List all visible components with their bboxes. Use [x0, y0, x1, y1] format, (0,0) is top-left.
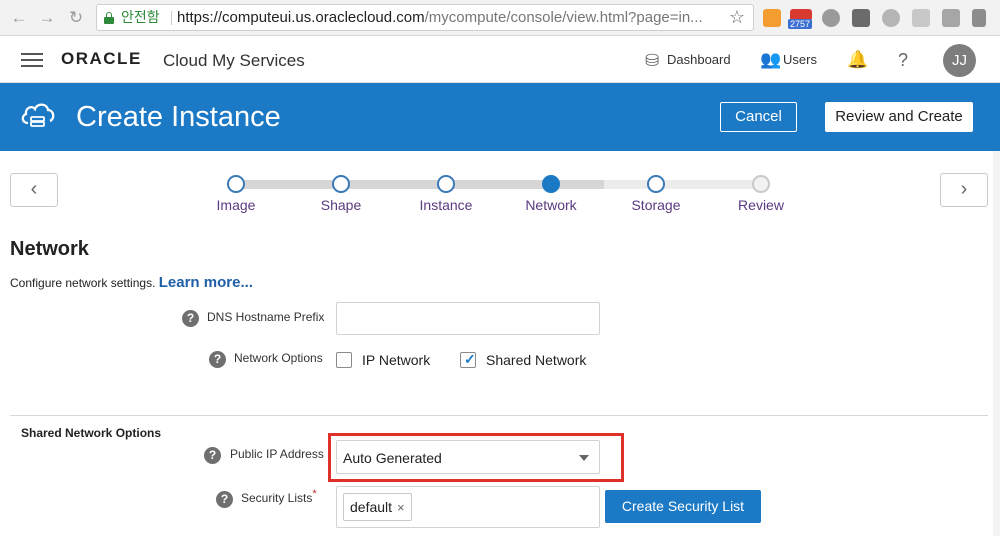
- shared-network-checkbox[interactable]: ✓: [460, 351, 476, 368]
- ip-network-checkbox[interactable]: [336, 352, 352, 368]
- forward-arrow-icon[interactable]: →: [36, 7, 58, 29]
- learn-more-link[interactable]: Learn more...: [159, 274, 253, 291]
- url-path: /mycompute/console/view.html?page=in...: [424, 9, 703, 26]
- help-icon[interactable]: ?: [209, 351, 226, 368]
- required-marker: *: [312, 488, 317, 500]
- section-divider: [10, 415, 988, 416]
- gear-extension-icon[interactable]: [822, 9, 840, 27]
- review-and-create-button[interactable]: Review and Create: [825, 102, 973, 132]
- window-extension-icon[interactable]: [912, 9, 930, 27]
- chevron-left-icon[interactable]: ‹: [10, 173, 58, 207]
- step-marker: [542, 175, 560, 193]
- scrollbar[interactable]: [993, 151, 1000, 536]
- reload-icon[interactable]: ↻: [65, 7, 87, 29]
- cloud-compute-icon: [21, 103, 55, 127]
- description-text: Configure network settings.: [10, 276, 156, 290]
- dashboard-icon: ⛁: [645, 51, 660, 70]
- help-link[interactable]: ?: [898, 50, 908, 71]
- extension-badge: 2757: [788, 19, 813, 29]
- network-options-label: Network Options: [234, 351, 323, 365]
- screenshot-extension-icon[interactable]: [972, 9, 986, 27]
- url-host: https://computeui.us.oraclecloud.com: [177, 9, 425, 26]
- step-marker: [332, 175, 350, 193]
- train-track-remaining: [604, 180, 761, 189]
- step-marker: [437, 175, 455, 193]
- section-description: Configure network settings. Learn more..…: [10, 274, 253, 291]
- step-marker: [227, 175, 245, 193]
- app-header: ORACLE Cloud My Services ⛁ Dashboard 👥 U…: [0, 36, 1000, 83]
- shared-network-label[interactable]: Shared Network: [486, 352, 586, 368]
- security-list-tag: default ×: [343, 493, 412, 521]
- highlight-box: [328, 433, 624, 482]
- public-ip-label: Public IP Address: [230, 447, 324, 461]
- help-icon[interactable]: ?: [216, 491, 233, 508]
- create-security-list-button[interactable]: Create Security List: [605, 490, 761, 523]
- paw-extension-icon[interactable]: [882, 9, 900, 27]
- browser-toolbar: ← → ↻ 안전함 https://computeui.us.oracleclo…: [0, 0, 1000, 36]
- help-icon[interactable]: ?: [182, 310, 199, 327]
- star-icon[interactable]: ☆: [729, 5, 745, 30]
- security-lists-label: Security Lists*: [241, 488, 317, 505]
- page-title-bar: Create Instance Cancel Review and Create: [0, 83, 1000, 151]
- ip-network-label[interactable]: IP Network: [362, 352, 430, 368]
- step-label: Shape: [320, 197, 362, 213]
- users-icon: 👥: [760, 50, 782, 69]
- oracle-logo: ORACLE: [61, 49, 142, 68]
- bell-icon[interactable]: 🔔: [847, 50, 868, 70]
- hamburger-icon[interactable]: [21, 53, 43, 67]
- dashboard-link[interactable]: Dashboard: [667, 52, 731, 67]
- help-icon[interactable]: ?: [204, 447, 221, 464]
- camera-extension-icon[interactable]: [942, 9, 960, 27]
- section-title: Network: [10, 238, 89, 260]
- step-label: Storage: [631, 197, 681, 213]
- step-marker: [647, 175, 665, 193]
- step-marker: [752, 175, 770, 193]
- avatar[interactable]: JJ: [943, 44, 976, 77]
- tag-label: default: [350, 499, 393, 515]
- subsection-title: Shared Network Options: [21, 426, 162, 440]
- dns-hostname-label: DNS Hostname Prefix: [207, 310, 325, 324]
- page-title: Create Instance: [76, 101, 281, 133]
- step-label: Instance: [419, 197, 473, 213]
- secure-label: 안전함: [121, 9, 160, 25]
- chevron-right-icon[interactable]: ›: [940, 173, 988, 207]
- users-link[interactable]: Users: [783, 52, 817, 67]
- back-arrow-icon[interactable]: ←: [8, 7, 30, 29]
- step-label: Network: [525, 197, 577, 213]
- product-name: Cloud My Services: [163, 51, 305, 70]
- address-bar[interactable]: 안전함 https://computeui.us.oraclecloud.com…: [96, 4, 754, 31]
- cancel-button[interactable]: Cancel: [720, 102, 797, 132]
- rss-icon[interactable]: [763, 9, 781, 27]
- dns-hostname-input[interactable]: [336, 302, 600, 335]
- security-lists-input[interactable]: default ×: [336, 486, 600, 528]
- security-lists-text: Security Lists: [241, 491, 313, 505]
- url-text: https://computeui.us.oraclecloud.com/myc…: [177, 5, 703, 30]
- lock-icon: [104, 12, 114, 24]
- step-label: Review: [738, 197, 784, 213]
- step-label: Image: [216, 197, 256, 213]
- remove-tag-icon[interactable]: ×: [397, 500, 405, 515]
- note-extension-icon[interactable]: [852, 9, 870, 27]
- checkmark-icon: ✓: [464, 351, 476, 367]
